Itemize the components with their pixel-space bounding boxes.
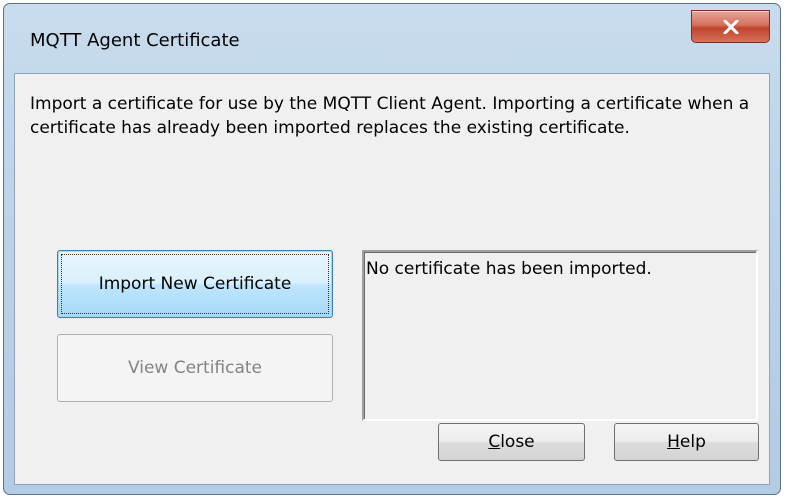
help-button-label: Help — [667, 432, 706, 452]
window-close-button[interactable] — [691, 10, 770, 43]
close-button-label: Close — [488, 432, 535, 452]
close-x-icon — [723, 19, 739, 34]
view-certificate-button[interactable]: View Certificate — [57, 334, 333, 402]
close-button[interactable]: Close — [438, 423, 585, 461]
import-new-certificate-button[interactable]: Import New Certificate — [57, 250, 333, 318]
dialog-client-area: Import a certificate for use by the MQTT… — [14, 73, 770, 485]
certificate-status-box: No certificate has been imported. — [362, 250, 758, 421]
certificate-status-text: No certificate has been imported. — [366, 259, 652, 279]
description-text: Import a certificate for use by the MQTT… — [30, 94, 750, 138]
dialog-window: MQTT Agent Certificate Import a certific… — [3, 3, 781, 495]
view-certificate-label: View Certificate — [127, 358, 263, 378]
import-new-certificate-label: Import New Certificate — [98, 274, 292, 294]
help-button[interactable]: Help — [614, 423, 759, 461]
window-title: MQTT Agent Certificate — [30, 30, 240, 51]
